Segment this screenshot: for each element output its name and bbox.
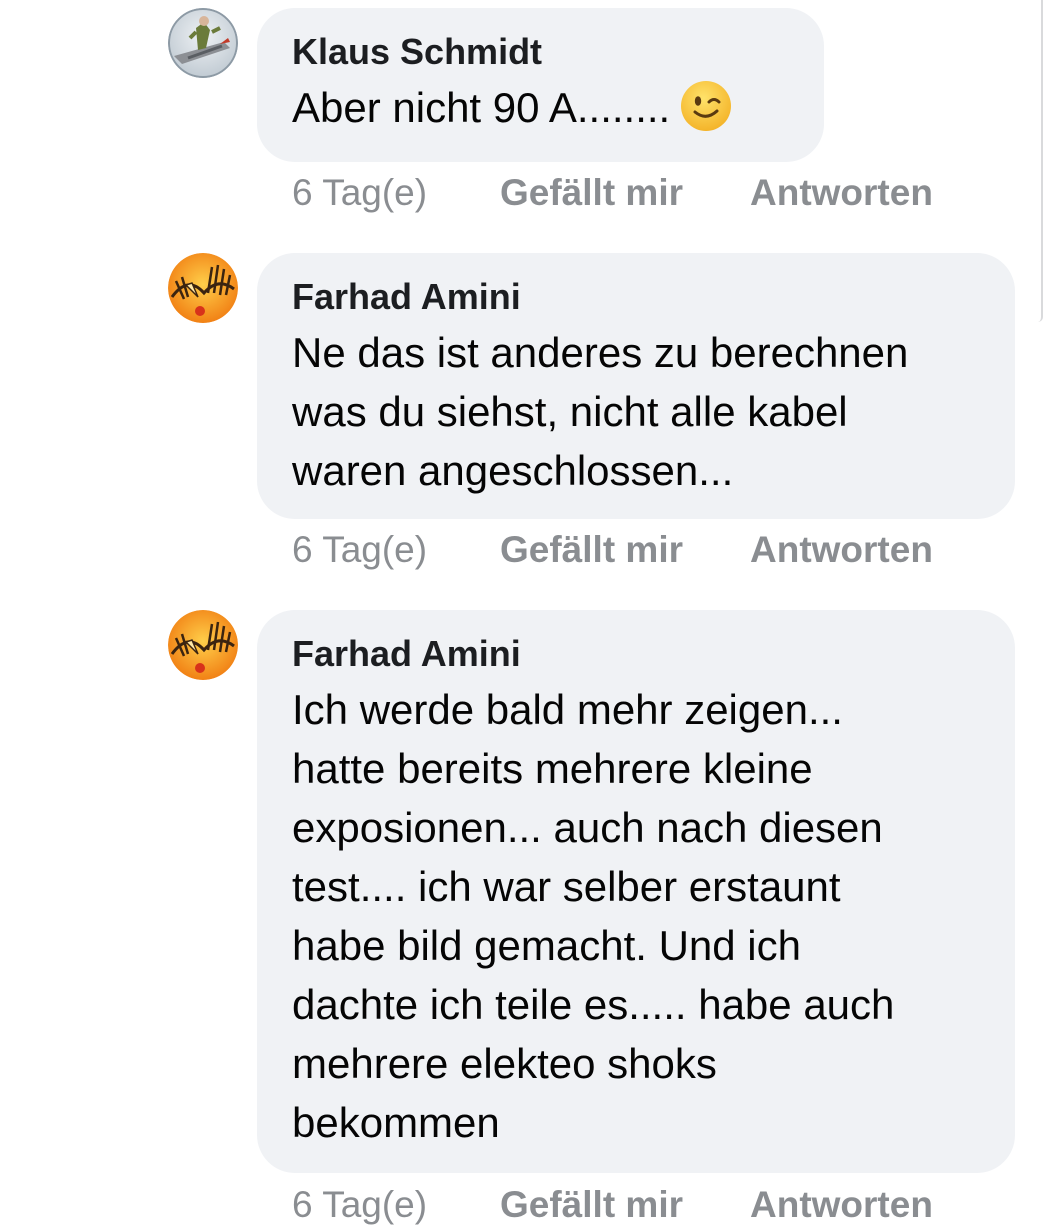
comment-bubble: Farhad Amini Ne das ist anderes zu berec… [257, 253, 1015, 519]
avatar[interactable] [168, 253, 238, 323]
comment-text: Ne das ist anderes zu berechnen was du s… [292, 329, 909, 494]
reply-button[interactable]: Antworten [750, 171, 933, 215]
scrollbar[interactable] [1038, 0, 1043, 322]
reply-button[interactable]: Antworten [750, 528, 933, 572]
comment-bubble: Klaus Schmidt Aber nicht 90 A........ [257, 8, 824, 162]
comment-text: Ich werde bald mehr zeigen... hatte bere… [292, 686, 895, 1146]
comment-author[interactable]: Farhad Amini [292, 275, 979, 319]
comment-text: Aber nicht 90 A........ [292, 78, 788, 147]
comment-bubble: Farhad Amini Ich werde bald mehr zeigen.… [257, 610, 1015, 1173]
winking-face-icon [680, 80, 732, 147]
avatar-image [168, 610, 238, 680]
comment-timestamp[interactable]: 6 Tag(e) [292, 1183, 427, 1227]
avatar-image [168, 253, 238, 323]
like-button[interactable]: Gefällt mir [500, 1183, 683, 1227]
avatar-image [168, 8, 238, 78]
like-button[interactable]: Gefällt mir [500, 528, 683, 572]
like-button[interactable]: Gefällt mir [500, 171, 683, 215]
comment-author[interactable]: Klaus Schmidt [292, 30, 788, 74]
comment-author[interactable]: Farhad Amini [292, 632, 979, 676]
comment-timestamp[interactable]: 6 Tag(e) [292, 528, 427, 572]
reply-button[interactable]: Antworten [750, 1183, 933, 1227]
comment-timestamp[interactable]: 6 Tag(e) [292, 171, 427, 215]
avatar[interactable] [168, 8, 238, 78]
avatar[interactable] [168, 610, 238, 680]
